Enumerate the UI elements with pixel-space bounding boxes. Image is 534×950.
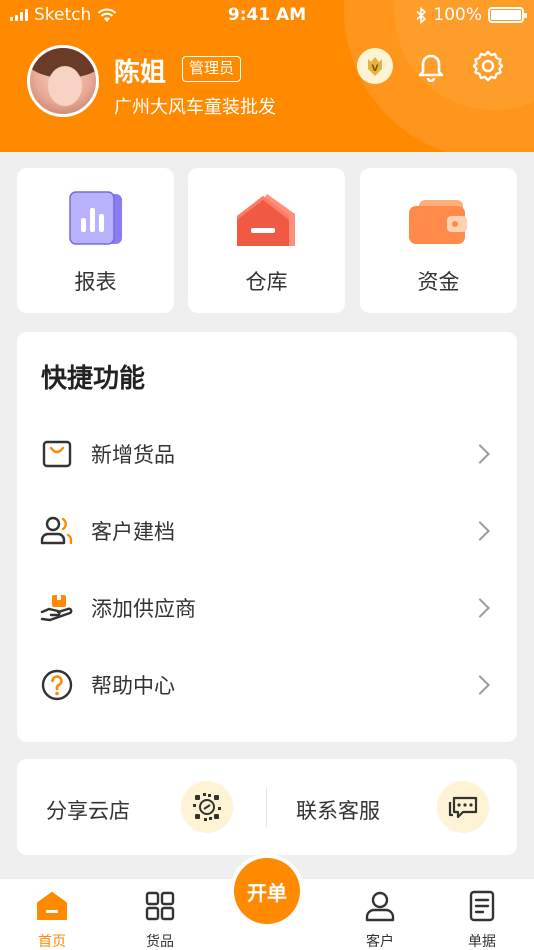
chat-icon [448,796,478,819]
qr-share-icon [193,793,221,821]
gear-icon [472,50,504,82]
contact-service-label[interactable]: 联系客服 [296,795,380,825]
share-store-button[interactable] [181,781,233,833]
shortcut-add-supplier[interactable]: 添加供应商 [17,578,517,638]
notification-button[interactable] [412,47,450,85]
create-order-button[interactable]: 开单 [230,854,304,928]
vip-letter: V [372,64,379,74]
help-icon [39,667,75,703]
hand-box-icon [39,590,75,626]
shortcut-customer-profile[interactable]: 客户建档 [17,501,517,561]
share-store-label[interactable]: 分享云店 [46,795,130,825]
user-icon [363,889,397,923]
header: Sketch 9:41 AM 100% 陈姐 管理员 广州大风车童装批发 V [0,0,534,152]
shortcuts-title: 快捷功能 [41,364,146,394]
chevron-right-icon [470,598,490,618]
wallet-card[interactable]: 资金 [360,168,517,313]
tab-label: 首页 [38,934,66,950]
warehouse-card[interactable]: 仓库 [188,168,345,313]
shortcut-add-product[interactable]: 新增货品 [17,424,517,484]
tab-label: 客户 [366,934,394,950]
user-name: 陈姐 [114,58,167,88]
warehouse-label: 仓库 [245,270,288,294]
tab-customers[interactable]: 客户 [348,889,412,950]
report-card[interactable]: 报表 [17,168,174,313]
shortcut-label: 新增货品 [91,443,175,467]
users-icon [39,513,75,549]
report-label: 报表 [74,270,117,294]
share-panel: 分享云店 联系客服 [17,759,517,855]
report-icon [64,190,128,250]
bluetooth-icon [416,6,427,24]
create-order-label: 开单 [234,858,300,924]
tab-label: 货品 [146,934,174,950]
settings-button[interactable] [469,47,507,85]
tab-orders[interactable]: 单据 [450,889,514,950]
shopping-bag-icon [39,436,75,472]
grid-icon [143,889,177,923]
shortcuts-panel: 快捷功能 新增货品 客户建档 添加供应商 帮助中心 [17,332,517,742]
bell-icon [418,54,444,82]
status-bar: Sketch 9:41 AM 100% [0,0,534,30]
chevron-right-icon [470,444,490,464]
battery-icon [488,7,527,23]
wallet-label: 资金 [417,270,460,294]
shortcut-label: 客户建档 [91,520,175,544]
home-icon [35,889,69,923]
shortcut-label: 添加供应商 [91,597,196,621]
vip-button[interactable]: V [356,47,394,85]
tab-label: 单据 [468,934,496,950]
wallet-icon [407,190,471,250]
shortcut-help-center[interactable]: 帮助中心 [17,655,517,715]
role-badge: 管理员 [182,56,242,82]
shop-name: 广州大风车童装批发 [114,97,276,118]
tab-products[interactable]: 货品 [128,889,192,950]
battery-label: 100% [433,5,482,25]
chevron-right-icon [470,521,490,541]
document-icon [465,889,499,923]
contact-service-button[interactable] [437,781,489,833]
chevron-right-icon [470,675,490,695]
avatar[interactable] [27,45,99,117]
shortcut-label: 帮助中心 [91,674,175,698]
vip-icon: V [357,48,393,84]
tab-home[interactable]: 首页 [20,889,84,950]
divider [266,787,267,827]
warehouse-icon [235,190,299,250]
